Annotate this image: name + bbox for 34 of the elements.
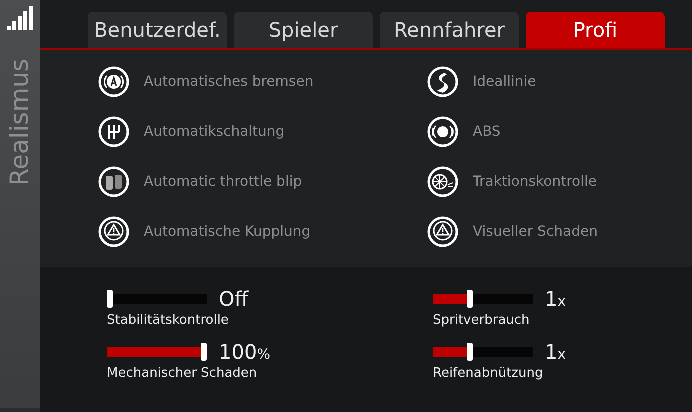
- slider-label: Spritverbrauch: [433, 313, 531, 328]
- tab[interactable]: Spieler: [234, 12, 373, 48]
- wheel-icon: [427, 166, 459, 198]
- slider-value: 1x: [545, 287, 568, 311]
- road-icon: [427, 66, 459, 98]
- assist-label[interactable]: Visueller Schaden: [473, 224, 598, 240]
- warning-icon: [98, 216, 130, 248]
- signal-bars-icon: [5, 4, 35, 30]
- slider-thumb[interactable]: [466, 290, 473, 308]
- assist-label[interactable]: Ideallinie: [473, 74, 536, 90]
- slider-value: 100%: [219, 340, 272, 364]
- disc-icon: [427, 116, 459, 148]
- assist-label[interactable]: Automatisches bremsen: [144, 74, 314, 90]
- gear-shift-icon: [98, 116, 130, 148]
- slider-value: Off: [219, 287, 250, 311]
- slider-value: 1x: [545, 340, 568, 364]
- slider-thumb[interactable]: [201, 343, 207, 361]
- tab[interactable]: Profi: [526, 12, 665, 48]
- a-brake-icon: [98, 66, 130, 98]
- pedals-icon: [98, 166, 130, 198]
- assist-label[interactable]: Automatic throttle blip: [144, 174, 302, 190]
- slider-label: Stabilitätskontrolle: [107, 313, 230, 328]
- sidebar-title: Realismus: [6, 58, 34, 186]
- assist-label[interactable]: Automatikschaltung: [144, 124, 285, 140]
- assist-label[interactable]: ABS: [473, 124, 501, 140]
- assist-label[interactable]: Automatische Kupplung: [144, 224, 311, 240]
- tab[interactable]: Benutzerdef.: [88, 12, 227, 48]
- tab[interactable]: Rennfahrer: [380, 12, 519, 48]
- slider-thumb[interactable]: [466, 343, 473, 361]
- assist-label[interactable]: Traktionskontrolle: [473, 174, 597, 190]
- slider-label: Reifenabnützung: [433, 366, 544, 381]
- slider-thumb[interactable]: [107, 290, 113, 308]
- slider-label: Mechanischer Schaden: [107, 366, 258, 381]
- warning-icon: [427, 216, 459, 248]
